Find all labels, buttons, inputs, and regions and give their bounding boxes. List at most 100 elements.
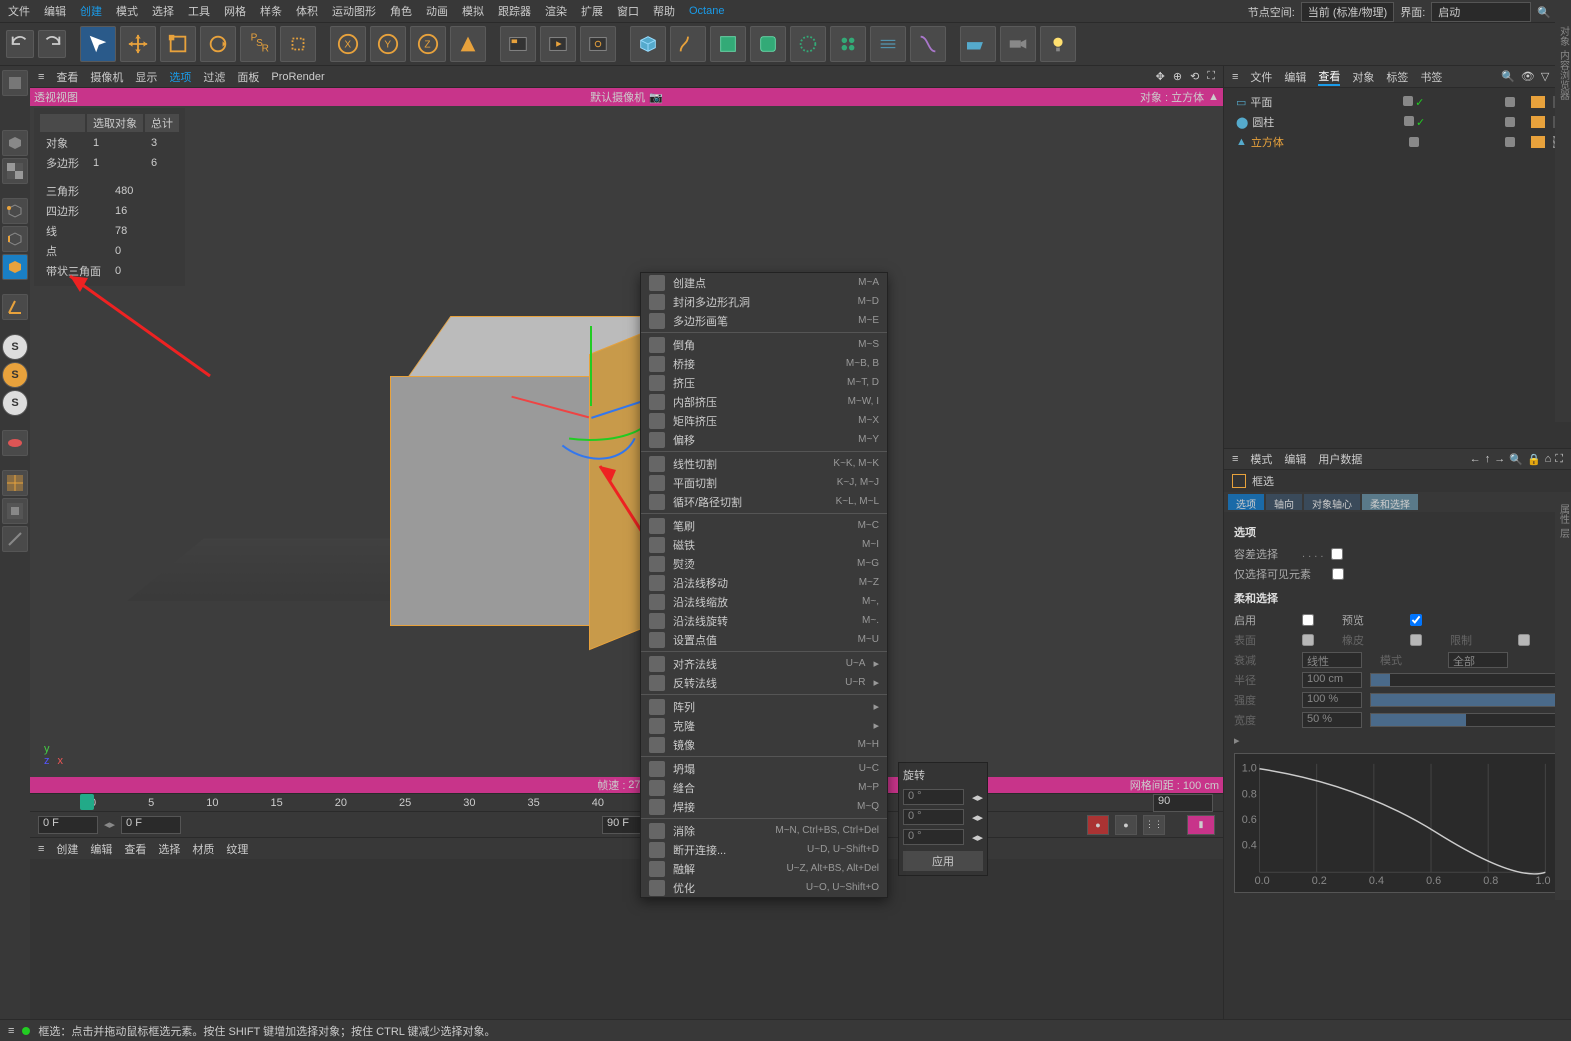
menu-animate[interactable]: 动画 [426, 3, 448, 19]
mat-create-menu[interactable]: 创建 [56, 841, 78, 857]
menu-tracker[interactable]: 跟踪器 [498, 3, 531, 19]
tolerance-checkbox[interactable] [1331, 548, 1343, 560]
maximize-icon[interactable]: ⛶ [1555, 453, 1563, 466]
width-slider[interactable] [1370, 713, 1561, 727]
preview-checkbox[interactable] [1410, 614, 1422, 626]
ctx-多边形画笔[interactable]: 多边形画笔M~E [641, 311, 887, 330]
ctx-对齐法线[interactable]: 对齐法线U~A▸ [641, 654, 887, 673]
camera-icon[interactable]: 📷 [649, 91, 663, 104]
snap-enable-button[interactable]: S [2, 334, 28, 360]
forward-icon[interactable]: → [1494, 453, 1505, 466]
snap-settings-button[interactable]: S [2, 362, 28, 388]
rot-b-field[interactable]: 0 ° [903, 829, 964, 845]
am-edit-menu[interactable]: 编辑 [1284, 451, 1306, 467]
ctx-坍塌[interactable]: 坍塌U~C [641, 759, 887, 778]
vp-filter-menu[interactable]: 过滤 [203, 69, 225, 85]
floor-button[interactable] [960, 26, 996, 62]
psr-tool[interactable]: PSR [240, 26, 276, 62]
perspective-viewport[interactable]: 选取对象总计 对象13 多边形16 三角形480 四边形16 线78 点0 带状… [30, 106, 1223, 777]
ctx-循环/路径切割[interactable]: 循环/路径切割K~L, M~L [641, 492, 887, 511]
rotation-field[interactable]: 90 [1153, 794, 1213, 812]
apply-button[interactable]: 应用 [903, 851, 983, 871]
ctx-沿法线移动[interactable]: 沿法线移动M~Z [641, 573, 887, 592]
search-icon[interactable]: 🔍 [1537, 6, 1551, 19]
keyframe-mode-button[interactable]: ▮ [1187, 815, 1215, 835]
live-select-tool[interactable] [80, 26, 116, 62]
nodespace-dropdown[interactable]: 当前 (标准/物理) [1301, 2, 1394, 22]
phong-tag-icon[interactable] [1531, 136, 1545, 148]
viewport-solo-button[interactable] [2, 498, 28, 524]
ctx-创建点[interactable]: 创建点M~A [641, 273, 887, 292]
am-userdata-menu[interactable]: 用户数据 [1318, 451, 1362, 467]
tab-layers[interactable]: 层 [1556, 528, 1571, 538]
menu-edit[interactable]: 编辑 [44, 3, 66, 19]
mat-edit-menu[interactable]: 编辑 [90, 841, 112, 857]
tab-content-browser[interactable]: 内容浏览器 [1556, 50, 1571, 100]
move-tool[interactable] [120, 26, 156, 62]
menu-file[interactable]: 文件 [8, 3, 30, 19]
radius-slider[interactable] [1370, 673, 1561, 687]
om-view-menu[interactable]: 查看 [1318, 68, 1340, 86]
menu-help[interactable]: 帮助 [653, 3, 675, 19]
coord-system-toggle[interactable] [450, 26, 486, 62]
ctx-阵列[interactable]: 阵列▸ [641, 697, 887, 716]
ctx-熨烫[interactable]: 熨烫M~G [641, 554, 887, 573]
soft-select-button[interactable] [2, 470, 28, 496]
mat-material-menu[interactable]: 材质 [192, 841, 214, 857]
workplane-button[interactable] [2, 430, 28, 456]
tree-row-plane[interactable]: ▭ 平面 ✓ [1228, 92, 1567, 112]
rot-h-field[interactable]: 0 ° [903, 789, 964, 805]
search-icon[interactable]: 🔍 [1509, 453, 1523, 466]
rot-p-field[interactable]: 0 ° [903, 809, 964, 825]
hamburger-icon[interactable]: ≡ [1232, 453, 1238, 465]
record-button[interactable]: ● [1115, 815, 1137, 835]
filter-icon[interactable]: ▽ [1541, 70, 1549, 83]
ctx-笔刷[interactable]: 笔刷M~C [641, 516, 887, 535]
render-view-button[interactable] [500, 26, 536, 62]
cube-primitive-button[interactable] [630, 26, 666, 62]
vp-prorender-menu[interactable]: ProRender [271, 71, 324, 83]
om-objects-menu[interactable]: 对象 [1352, 69, 1374, 85]
light-button[interactable] [1040, 26, 1076, 62]
menu-tools[interactable]: 工具 [188, 3, 210, 19]
ctx-优化[interactable]: 优化U~O, U~Shift+O [641, 878, 887, 897]
lock-icon[interactable]: 🔒 [1527, 453, 1541, 466]
autokey-button[interactable]: ● [1087, 815, 1109, 835]
om-bookmarks-menu[interactable]: 书签 [1420, 69, 1442, 85]
hamburger-icon[interactable]: ≡ [1232, 71, 1238, 83]
vp-maximize-icon[interactable]: ⛶ [1207, 70, 1215, 83]
search-icon[interactable]: 🔍 [1501, 70, 1515, 83]
range-start-field[interactable]: 0 F [38, 816, 98, 834]
volume-builder-button[interactable] [790, 26, 826, 62]
vp-view-menu[interactable]: 查看 [56, 69, 78, 85]
back-icon[interactable]: ← [1470, 453, 1481, 466]
subdiv-button[interactable] [710, 26, 746, 62]
hamburger-icon[interactable]: ≡ [8, 1025, 14, 1037]
x-axis-toggle[interactable]: X [330, 26, 366, 62]
mat-view-menu[interactable]: 查看 [124, 841, 146, 857]
ctx-反转法线[interactable]: 反转法线U~R▸ [641, 673, 887, 692]
ctx-内部挤压[interactable]: 内部挤压M~W, I [641, 392, 887, 411]
menu-extensions[interactable]: 扩展 [581, 3, 603, 19]
ctx-桥接[interactable]: 桥接M~B, B [641, 354, 887, 373]
menu-mesh[interactable]: 网格 [224, 3, 246, 19]
am-mode-menu[interactable]: 模式 [1250, 451, 1272, 467]
vp-zoom-icon[interactable]: ⊕ [1173, 70, 1182, 83]
vp-orbit-icon[interactable]: ⟲ [1190, 70, 1199, 83]
menu-volume[interactable]: 体积 [296, 3, 318, 19]
tab-attributes[interactable]: 属性 [1556, 504, 1571, 524]
playhead[interactable] [80, 794, 94, 810]
hamburger-icon[interactable]: ≡ [38, 843, 44, 855]
visible-only-checkbox[interactable] [1332, 568, 1344, 580]
ctx-克隆[interactable]: 克隆▸ [641, 716, 887, 735]
strength-slider[interactable] [1370, 693, 1561, 707]
hamburger-icon[interactable]: ≡ [38, 71, 44, 83]
model-mode-icon[interactable] [2, 70, 28, 96]
ctx-挤压[interactable]: 挤压M~T, D [641, 373, 887, 392]
menu-spline[interactable]: 样条 [260, 3, 282, 19]
key-options-button[interactable]: ⋮⋮ [1143, 815, 1165, 835]
vp-options-menu[interactable]: 选项 [169, 69, 191, 85]
ctx-平面切割[interactable]: 平面切割K~J, M~J [641, 473, 887, 492]
material-manager[interactable] [30, 859, 1223, 1019]
z-axis-toggle[interactable]: Z [410, 26, 446, 62]
